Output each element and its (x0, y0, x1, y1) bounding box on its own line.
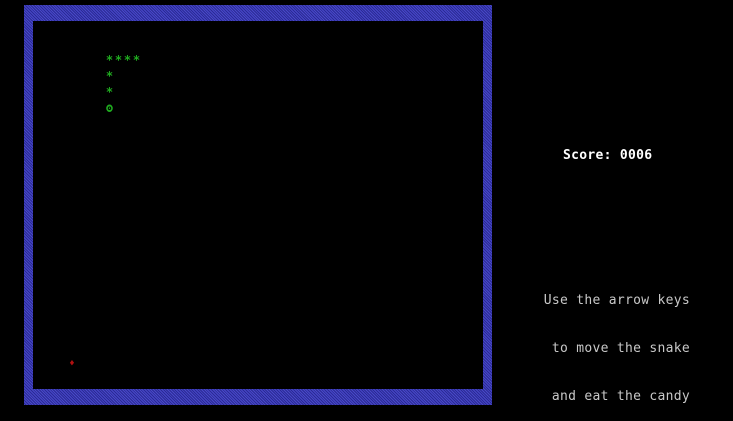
snake-body-segment: * (114, 53, 123, 67)
instructions: Use the arrow keys to move the snake and… (520, 261, 690, 421)
snake-body-segment: * (105, 85, 114, 99)
score-label: Score: (563, 148, 612, 163)
instruction-line: and eat the candy (551, 389, 690, 404)
snake-body-segment: * (132, 53, 141, 67)
snake-body-segment: * (105, 53, 114, 67)
snake-body-segment: * (105, 69, 114, 83)
instruction-line: to move the snake (551, 341, 690, 356)
snake-head: ʘ (105, 101, 114, 115)
candy: ♦ (69, 359, 75, 369)
playfield: * * * * * * ʘ ♦ (33, 21, 483, 389)
snake-body-segment: * (123, 53, 132, 67)
score-value: 0006 (619, 148, 653, 163)
game-board: * * * * * * ʘ ♦ (24, 5, 492, 405)
instruction-line: Use the arrow keys (543, 293, 690, 308)
score-display: Score: 0006 (563, 148, 652, 163)
